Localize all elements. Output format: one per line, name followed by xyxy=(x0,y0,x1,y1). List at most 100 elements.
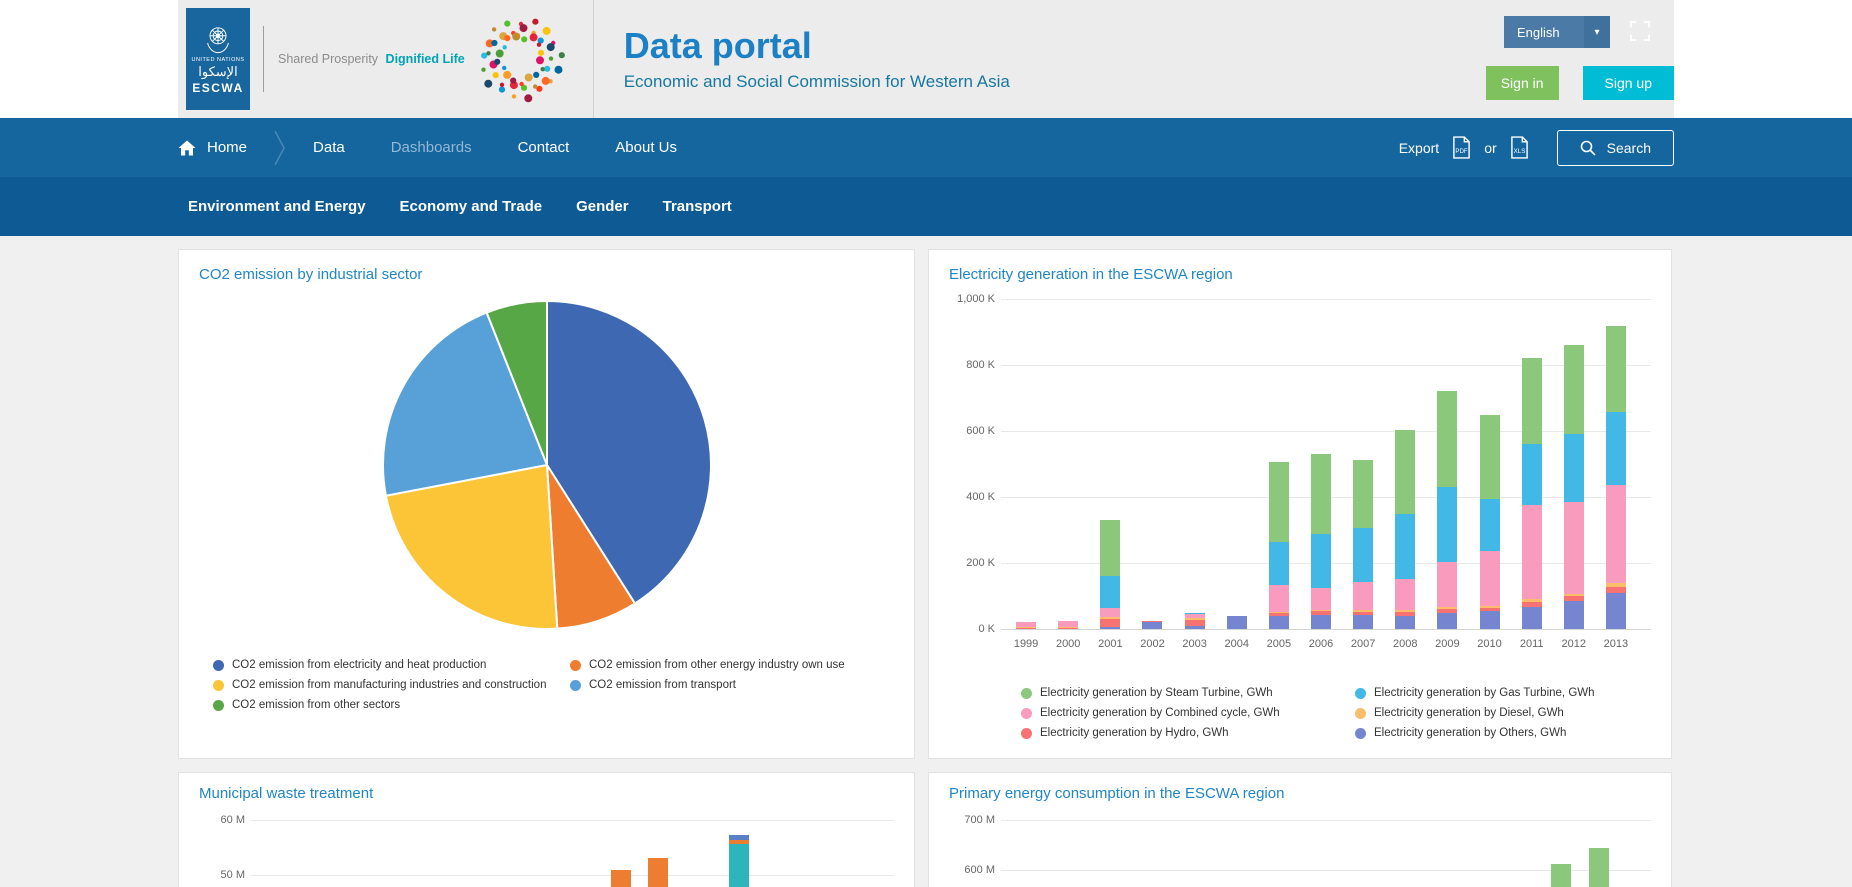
legend-dot-icon xyxy=(1021,687,1032,699)
bar-segment xyxy=(1551,864,1572,887)
bar-segment xyxy=(1268,611,1289,614)
x-tick-label: 1999 xyxy=(1013,638,1039,650)
y-tick-label: 50 M xyxy=(220,869,245,881)
x-tick-label: 2012 xyxy=(1561,638,1587,650)
header-controls: English ▾ Sign in Sign up xyxy=(1254,0,1674,118)
bar-segment xyxy=(1605,593,1626,629)
fullscreen-icon[interactable] xyxy=(1630,21,1650,41)
bar-segment xyxy=(1437,562,1458,607)
legend-label: Electricity generation by Steam Turbine,… xyxy=(1040,687,1273,699)
bar-segment xyxy=(1268,613,1289,617)
sign-in-button[interactable]: Sign in xyxy=(1485,66,1559,100)
bar-segment xyxy=(1605,582,1626,588)
bar-segment xyxy=(1058,626,1079,628)
gridline xyxy=(251,875,894,876)
category-nav: Environment and Energy Economy and Trade… xyxy=(0,177,1852,236)
bar-segment xyxy=(1184,617,1205,621)
site-header: UNITED NATIONS الإسكوا ESCWA Shared Pros… xyxy=(0,0,1852,118)
bar-segment xyxy=(1563,501,1584,594)
search-button[interactable]: Search xyxy=(1556,129,1674,166)
card-title-electricity: Electricity generation in the ESCWA regi… xyxy=(949,266,1233,283)
header-inner: UNITED NATIONS الإسكوا ESCWA Shared Pros… xyxy=(178,0,1674,118)
bar-segment xyxy=(1100,619,1121,628)
bar-segment xyxy=(1395,514,1416,579)
language-select[interactable]: English ▾ xyxy=(1504,16,1610,48)
subnav-item-transport[interactable]: Transport xyxy=(663,198,732,215)
subnav-item-gender[interactable]: Gender xyxy=(576,198,629,215)
bar-segment xyxy=(1605,412,1626,486)
bar-segment xyxy=(1479,605,1500,608)
cards-row-2: Municipal waste treatment 60 M 50 M Prima… xyxy=(178,772,1674,887)
bar-segment xyxy=(1521,606,1542,629)
bar-segment xyxy=(1479,607,1500,611)
bar-segment xyxy=(1100,576,1121,608)
y-tick-label: 60 M xyxy=(220,814,245,826)
bar-segment xyxy=(1353,611,1374,616)
escwa-label: ESCWA xyxy=(192,80,244,95)
bar-segment xyxy=(1100,617,1121,620)
legend-label: CO2 emission from other sectors xyxy=(232,699,401,711)
bar-segment xyxy=(1268,585,1289,612)
x-tick-label: 2000 xyxy=(1055,638,1081,650)
bar-segment xyxy=(1353,615,1374,629)
language-value: English xyxy=(1517,24,1560,40)
card-co2-pie: CO2 emission by industrial sector CO2 em… xyxy=(178,249,915,759)
bar-segment xyxy=(729,844,750,887)
export-pdf-icon[interactable]: PDF xyxy=(1452,136,1471,159)
bar-segment xyxy=(1311,609,1331,612)
electricity-bar-chart: 0 K 200 K 400 K 600 K 800 K 1,000 K 1999 2000 20… xyxy=(949,287,1651,659)
card-electricity-generation: Electricity generation in the ESCWA regi… xyxy=(928,249,1672,759)
legend-item: Electricity generation by Hydro, GWh xyxy=(1021,727,1343,739)
nav-item-about-us[interactable]: About Us xyxy=(615,139,677,156)
bar-segment xyxy=(1395,611,1416,616)
un-title-label: UNITED NATIONS xyxy=(191,57,245,64)
x-tick-label: 2009 xyxy=(1435,638,1460,650)
bar-segment xyxy=(1100,607,1121,618)
bar-segment xyxy=(1605,325,1626,413)
bar-segment xyxy=(1479,498,1500,552)
x-tick-label: 2011 xyxy=(1519,638,1544,650)
subnav-item-economy-and-trade[interactable]: Economy and Trade xyxy=(400,198,543,215)
bar-segment xyxy=(1589,847,1610,887)
subnav-item-environment-and-energy[interactable]: Environment and Energy xyxy=(188,198,366,215)
x-tick-label: 2006 xyxy=(1308,638,1334,650)
nav-item-contact[interactable]: Contact xyxy=(518,139,570,156)
legend-item: CO2 emission from electricity and heat p… xyxy=(213,659,558,671)
bar-segment xyxy=(1142,621,1163,629)
legend-label: CO2 emission from transport xyxy=(589,679,736,691)
legend-label: Electricity generation by Diesel, GWh xyxy=(1374,707,1564,719)
y-tick-label: 1,000 K xyxy=(957,293,995,305)
bar-segment xyxy=(1563,345,1584,435)
legend-label: Electricity generation by Combined cycle… xyxy=(1040,707,1280,719)
legend-item: CO2 emission from other energy industry … xyxy=(570,659,894,671)
bar-segment xyxy=(1521,505,1542,600)
bar-segment xyxy=(1563,600,1584,629)
nav-item-data[interactable]: Data xyxy=(313,139,345,156)
nav-item-home[interactable]: Home xyxy=(178,139,247,156)
un-escwa-logo[interactable]: UNITED NATIONS الإسكوا ESCWA xyxy=(186,8,250,110)
gridline xyxy=(1001,629,1651,630)
x-tick-label: 2004 xyxy=(1224,638,1249,650)
waste-bar-chart: 60 M 50 M xyxy=(199,808,894,887)
bar-segment xyxy=(1142,621,1163,622)
bar-segment xyxy=(1311,533,1331,589)
y-tick-label: 600 K xyxy=(966,425,995,437)
nav-item-dashboards[interactable]: Dashboards xyxy=(391,139,472,156)
bar-segment xyxy=(1311,588,1331,610)
bar-segment xyxy=(1058,620,1079,627)
legend-item: CO2 emission from transport xyxy=(570,679,894,691)
bar-segment xyxy=(1563,593,1584,597)
main-nav: Home Data Dashboards Contact About Us Ex… xyxy=(0,118,1852,177)
bar-segment xyxy=(1311,454,1331,534)
legend-label: Electricity generation by Others, GWh xyxy=(1374,727,1567,739)
dashboard-content: CO2 emission by industrial sector CO2 em… xyxy=(0,236,1852,887)
logo-divider xyxy=(263,26,264,92)
sign-up-button[interactable]: Sign up xyxy=(1582,66,1674,100)
bar-segment xyxy=(729,839,750,845)
x-tick-label: 2005 xyxy=(1266,638,1292,650)
legend-item: CO2 emission from manufacturing industri… xyxy=(213,679,558,691)
tagline-dignified-life: Dignified Life xyxy=(385,52,465,66)
export-excel-icon[interactable]: XLS xyxy=(1510,136,1529,159)
bar-segment xyxy=(1479,414,1500,499)
chevron-down-icon[interactable]: ▾ xyxy=(1584,16,1610,48)
